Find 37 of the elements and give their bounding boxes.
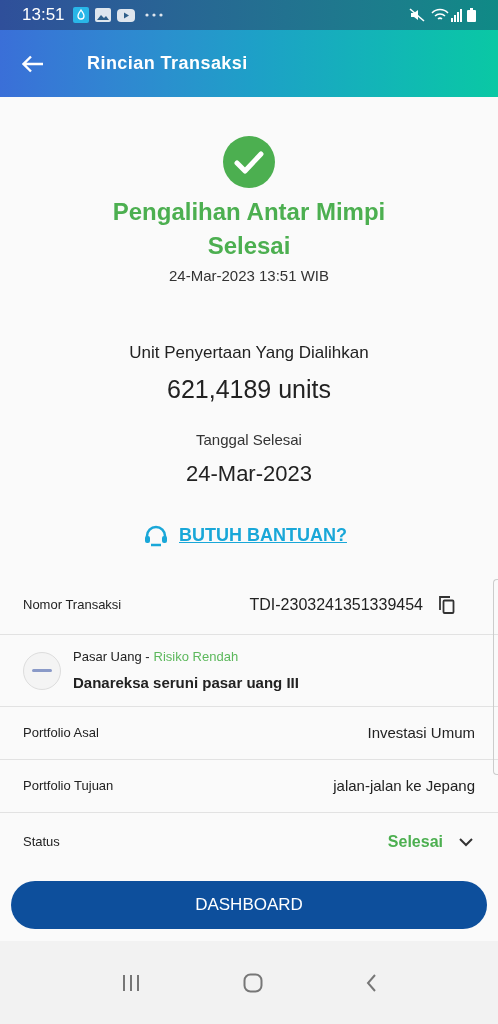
back-icon[interactable] xyxy=(365,972,377,993)
status-time: 13:51 xyxy=(22,4,65,27)
units-label: Unit Penyertaan Yang Dialihkan xyxy=(129,341,369,364)
page-title: Rincian Transaksi xyxy=(87,52,248,75)
detail-label: Portfolio Tujuan xyxy=(23,777,114,796)
dashboard-button[interactable]: DASHBOARD xyxy=(11,881,487,929)
status-value: Selesai xyxy=(387,832,443,852)
video-icon xyxy=(116,8,135,22)
detail-value: Investasi Umum xyxy=(367,722,475,743)
detail-label: Status xyxy=(23,833,60,852)
chevron-down-icon[interactable] xyxy=(459,837,473,847)
signal-icon xyxy=(451,8,463,22)
detail-label: Portfolio Asal xyxy=(23,724,99,743)
mute-icon xyxy=(409,8,425,22)
units-value: 621,4189 units xyxy=(167,374,331,405)
risk-level: Risiko Rendah xyxy=(153,648,239,666)
transaction-datetime: 24-Mar-2023 13:51 WIB xyxy=(168,266,330,286)
battery-icon xyxy=(467,8,476,22)
success-title: Pengalihan Antar Mimpi Selesai xyxy=(111,197,387,261)
back-arrow-icon[interactable] xyxy=(22,54,44,73)
wifi-icon xyxy=(431,8,449,22)
transaction-number: TDI-2303241351339454 xyxy=(249,594,423,615)
recent-apps-icon[interactable] xyxy=(121,973,141,992)
copy-icon[interactable] xyxy=(439,595,455,614)
detail-label: Nomor Transaksi xyxy=(23,595,122,614)
detail-value: jalan-jalan ke Jepang xyxy=(333,775,475,796)
success-check-icon xyxy=(223,136,275,188)
fund-name: Danareksa seruni pasar uang III xyxy=(73,672,299,693)
notification-icon xyxy=(72,7,89,23)
completion-date: 24-Mar-2023 xyxy=(186,460,312,488)
fund-logo xyxy=(23,651,61,690)
image-icon xyxy=(94,8,111,22)
fund-category: Pasar Uang - xyxy=(73,648,150,666)
home-icon[interactable] xyxy=(243,972,263,993)
more-icon xyxy=(144,13,163,17)
completion-label: Tanggal Selesai xyxy=(196,429,302,450)
headset-icon xyxy=(143,524,169,547)
